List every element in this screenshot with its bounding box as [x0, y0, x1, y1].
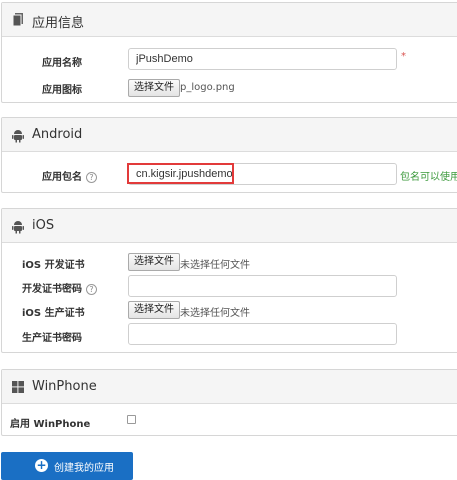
enable-winphone-checkbox[interactable]	[127, 415, 136, 424]
app-info-panel: 应用信息 应用名称 * 应用图标 选择文件 p_logo.png	[1, 2, 457, 103]
windows-icon	[12, 381, 24, 393]
app-icon-label: 应用图标	[42, 85, 82, 96]
ios-dev-cert-filename: 未选择任何文件	[180, 260, 250, 271]
winphone-header: WinPhone	[2, 370, 457, 404]
ios-dev-cert-label: iOS 开发证书	[22, 260, 85, 271]
app-info-header: 应用信息	[2, 3, 457, 37]
package-name-label: 应用包名?	[42, 168, 97, 183]
ios-dev-password-label: 开发证书密码?	[22, 280, 97, 295]
ios-panel: iOS iOS 开发证书 选择文件 未选择任何文件 开发证书密码? iOS 生产…	[1, 208, 457, 353]
android-icon	[12, 221, 24, 234]
ios-prod-cert-filename: 未选择任何文件	[180, 308, 250, 319]
document-icon	[12, 13, 23, 27]
ios-prod-password-label: 生产证书密码	[22, 333, 82, 344]
app-name-input[interactable]	[128, 48, 397, 70]
enable-winphone-label: 启用 WinPhone	[10, 419, 91, 430]
package-name-status: 包名可以使用	[400, 172, 457, 183]
winphone-title: WinPhone	[32, 379, 97, 394]
help-icon[interactable]: ?	[86, 284, 97, 295]
create-app-button[interactable]: + 创建我的应用	[1, 452, 133, 480]
ios-title: iOS	[32, 218, 55, 233]
plus-circle-icon: +	[35, 458, 48, 472]
ios-dev-cert-file-button[interactable]: 选择文件	[128, 253, 180, 271]
app-icon-filename: p_logo.png	[180, 82, 235, 93]
android-header: Android	[2, 118, 457, 152]
create-app-button-label: 创建我的应用	[54, 463, 114, 474]
ios-prod-cert-label: iOS 生产证书	[22, 308, 85, 319]
app-info-title: 应用信息	[32, 16, 85, 31]
winphone-panel: WinPhone 启用 WinPhone	[1, 369, 457, 436]
app-name-label: 应用名称	[42, 58, 82, 69]
android-title: Android	[32, 127, 83, 142]
ios-header: iOS	[2, 209, 457, 243]
help-icon[interactable]: ?	[86, 172, 97, 183]
android-panel: Android 应用包名? 包名可以使用	[1, 117, 457, 193]
ios-prod-cert-file-button[interactable]: 选择文件	[128, 301, 180, 319]
ios-prod-password-input[interactable]	[128, 323, 397, 345]
android-icon	[12, 130, 24, 143]
app-icon-file-button[interactable]: 选择文件	[128, 79, 180, 97]
required-mark: *	[401, 51, 406, 62]
package-name-highlight	[127, 163, 234, 184]
ios-dev-password-input[interactable]	[128, 275, 397, 297]
